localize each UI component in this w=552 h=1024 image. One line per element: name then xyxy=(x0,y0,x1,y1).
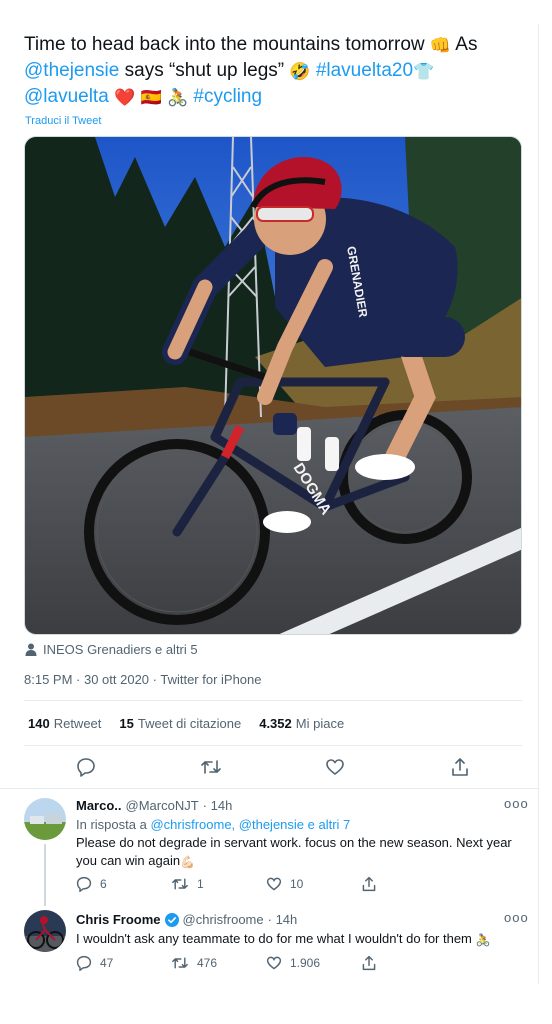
reply-author-handle[interactable]: @chrisfroome xyxy=(183,912,264,927)
reply-time[interactable]: · 14h xyxy=(268,912,298,927)
retweet-button[interactable] xyxy=(200,756,222,778)
tweet-text-part: says “shut up legs” xyxy=(124,60,285,81)
reply-to-prefix: In risposta a xyxy=(76,817,147,832)
reply-body: In risposta a @chrisfroome, @thejensie e… xyxy=(76,816,516,872)
like-icon xyxy=(266,877,282,891)
verified-icon xyxy=(164,912,179,927)
retweet-icon xyxy=(200,760,221,774)
quotes-label: Tweet di citazione xyxy=(137,716,242,731)
reply-to-mentions[interactable]: @chrisfroome, @thejensie e altri 7 xyxy=(150,817,350,832)
like-button[interactable]: 10 xyxy=(266,876,361,892)
jersey-emoji: 👕 xyxy=(413,62,435,81)
tweet-page: Time to head back into the mountains tom… xyxy=(0,0,538,1024)
share-button[interactable] xyxy=(361,876,456,892)
reply-icon xyxy=(76,876,92,892)
like-icon xyxy=(266,956,282,970)
more-options-button[interactable]: ooo xyxy=(504,796,529,811)
avatar-image xyxy=(24,910,66,952)
thread-line xyxy=(44,844,46,906)
tagged-users[interactable]: INEOS Grenadiers e altri 5 xyxy=(25,642,198,657)
reply-count: 47 xyxy=(100,956,114,970)
cyclist-photo-illustration: DOGMA GRENADIER xyxy=(25,137,521,634)
tweet-text: Time to head back into the mountains tom… xyxy=(24,32,529,110)
share-button[interactable] xyxy=(361,955,456,971)
reply-author-name[interactable]: Chris Froome xyxy=(76,912,161,927)
retweet-button[interactable]: 476 xyxy=(171,955,266,971)
reply-text-content: Please do not degrade in servant work. f… xyxy=(76,835,512,868)
likes-label: Mi piace xyxy=(295,716,345,731)
heart-emoji: ❤️ xyxy=(114,88,136,107)
avatar[interactable] xyxy=(24,910,66,952)
person-icon xyxy=(25,643,37,656)
retweets-label: Retweet xyxy=(53,716,102,731)
retweet-button[interactable]: 1 xyxy=(171,876,266,892)
share-icon xyxy=(451,758,468,776)
translate-tweet-link[interactable]: Traduci il Tweet xyxy=(25,115,101,127)
hashtag-cycling[interactable]: #cycling xyxy=(193,86,262,107)
more-options-button[interactable]: ooo xyxy=(504,910,529,925)
divider xyxy=(24,700,522,701)
tagged-users-label: INEOS Grenadiers e altri 5 xyxy=(43,642,198,657)
reply-button[interactable]: 47 xyxy=(76,955,171,971)
tweet-stats: 140 Retweet 15 Tweet di citazione 4.352 Mi … xyxy=(28,716,344,731)
reply-body: I wouldn't ask any teammate to do for me… xyxy=(76,930,516,950)
quotes-stat[interactable]: 15 Tweet di citazione xyxy=(119,716,241,731)
cyclist-emoji: 🚴 xyxy=(475,933,491,947)
reply-text-content: I wouldn't ask any teammate to do for me… xyxy=(76,931,472,946)
like-button[interactable] xyxy=(324,756,346,778)
reply-author-name[interactable]: Marco.. xyxy=(76,798,122,813)
reply-count: 6 xyxy=(100,877,107,891)
quotes-count: 15 xyxy=(119,716,134,731)
spain-flag-emoji: 🇪🇸 xyxy=(140,88,162,107)
retweet-icon xyxy=(172,957,188,969)
retweet-icon xyxy=(172,878,188,890)
divider xyxy=(24,745,522,746)
mention-lavuelta[interactable]: @lavuelta xyxy=(24,86,109,107)
like-count: 10 xyxy=(290,877,304,891)
likes-stat[interactable]: 4.352 Mi piace xyxy=(259,716,344,731)
share-icon xyxy=(362,955,376,971)
reply-text: I wouldn't ask any teammate to do for me… xyxy=(76,930,516,950)
reply-icon xyxy=(77,758,96,777)
retweets-stat[interactable]: 140 Retweet xyxy=(28,716,101,731)
reply-actions: 6 1 10 xyxy=(76,876,456,892)
retweet-count: 476 xyxy=(197,956,218,970)
reply-header: Marco.. @MarcoNJT · 14h xyxy=(76,798,232,813)
reply-time[interactable]: · 14h xyxy=(203,798,233,813)
reply-button[interactable]: 6 xyxy=(76,876,171,892)
flexed-biceps-emoji: 💪🏻 xyxy=(180,855,196,869)
column-border xyxy=(538,24,539,984)
like-count: 1.906 xyxy=(290,956,321,970)
tweet-text-part: As xyxy=(455,34,478,55)
hashtag-lavuelta20[interactable]: #lavuelta20 xyxy=(316,60,413,81)
like-button[interactable]: 1.906 xyxy=(266,955,361,971)
reply-to-line: In risposta a @chrisfroome, @thejensie e… xyxy=(76,816,516,834)
tweet-actions xyxy=(24,752,522,782)
share-icon xyxy=(362,876,376,892)
reply-author-handle[interactable]: @MarcoNJT xyxy=(126,798,199,813)
cyclist-emoji: 🚴 xyxy=(166,88,189,107)
reply-icon xyxy=(76,955,92,971)
avatar-image xyxy=(24,798,66,840)
laughing-emoji: 🤣 xyxy=(289,62,311,81)
share-button[interactable] xyxy=(449,756,471,778)
tweet-photo[interactable]: DOGMA GRENADIER xyxy=(24,136,522,635)
like-icon xyxy=(326,759,345,775)
tweet-timestamp-text: 8:15 PM · 30 ott 2020 · Twitter for iPho… xyxy=(24,672,262,687)
retweet-count: 1 xyxy=(197,877,204,891)
retweets-count: 140 xyxy=(28,716,50,731)
reply-header: Chris Froome @chrisfroome · 14h xyxy=(76,912,297,927)
likes-count: 4.352 xyxy=(259,716,292,731)
reply-button[interactable] xyxy=(75,756,97,778)
tweet-timestamp[interactable]: 8:15 PM · 30 ott 2020 · Twitter for iPho… xyxy=(24,672,262,687)
divider xyxy=(0,788,538,789)
reply-actions: 47 476 1.906 xyxy=(76,955,456,971)
mention-thejensie[interactable]: @thejensie xyxy=(24,60,119,81)
fist-emoji: 👊 xyxy=(429,36,452,55)
tweet-text-part: Time to head back into the mountains tom… xyxy=(24,34,425,55)
avatar[interactable] xyxy=(24,798,66,840)
reply-text: Please do not degrade in servant work. f… xyxy=(76,834,516,872)
